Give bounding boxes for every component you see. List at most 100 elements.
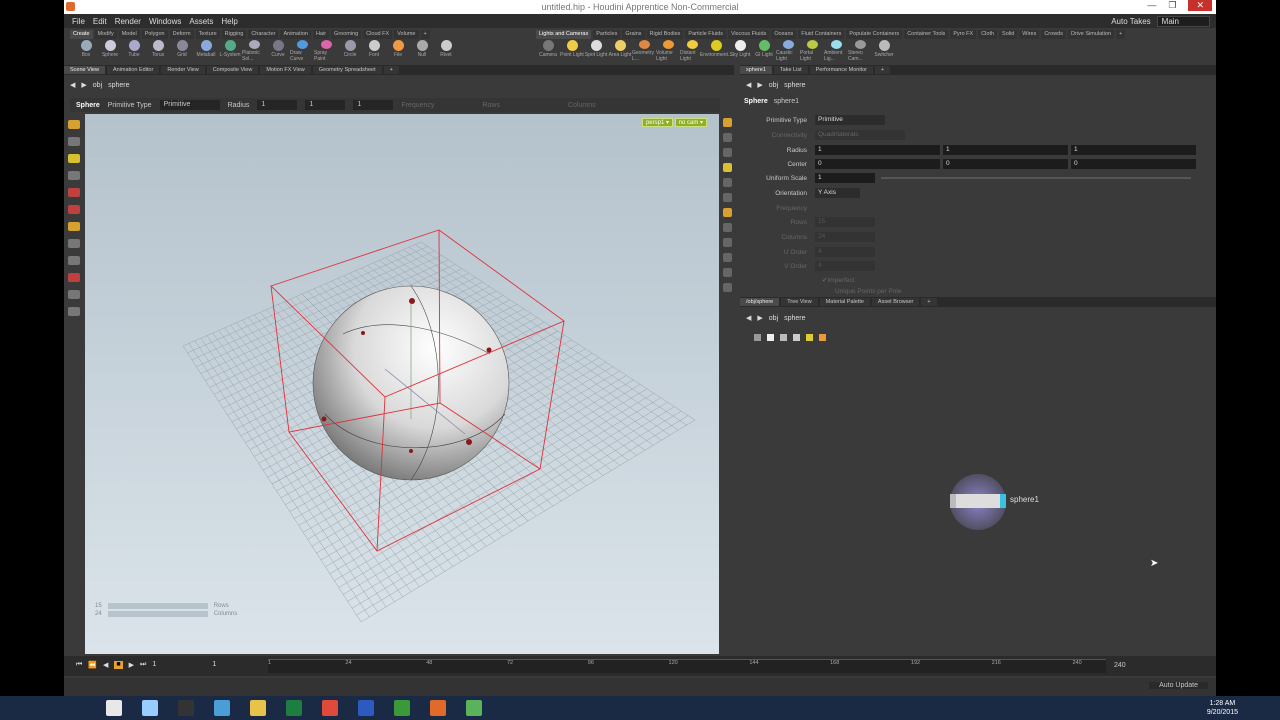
forward-arrow-icon[interactable]: ▶ [757, 314, 762, 322]
shelf-tool[interactable]: Spot Light [584, 40, 608, 62]
current-frame-field[interactable]: 1 [152, 661, 182, 669]
vnc-icon[interactable] [172, 697, 200, 719]
shelf-tab[interactable]: Create [70, 30, 93, 39]
shelf-tab[interactable]: Deform [169, 30, 194, 39]
tab-scene-view[interactable]: Scene View [64, 66, 105, 74]
display-options-icon[interactable] [722, 118, 732, 127]
sphere-node[interactable] [950, 474, 1006, 530]
menu-edit[interactable]: Edit [93, 17, 107, 26]
snap-icon[interactable] [722, 238, 732, 247]
shelf-tab[interactable]: Lights and Cameras [536, 30, 592, 39]
magnet-tool-icon[interactable] [68, 273, 80, 282]
menu-windows[interactable]: Windows [149, 17, 181, 26]
layout-icon[interactable] [793, 334, 800, 341]
shelf-tab[interactable]: Pyro FX [950, 30, 977, 39]
menu-file[interactable]: File [72, 17, 85, 26]
normals-icon[interactable] [722, 208, 732, 217]
shelf-tab[interactable]: Solid [999, 30, 1018, 39]
uniform-scale-slider[interactable] [881, 177, 1191, 179]
radius-y-field[interactable]: 1 [943, 145, 1068, 155]
grid-icon[interactable] [722, 223, 732, 232]
shelf-tool[interactable]: Ambient Lig... [824, 40, 848, 62]
shelf-tool[interactable]: Torus [146, 40, 170, 62]
node-name-field[interactable]: sphere1 [774, 98, 799, 105]
vector-icon[interactable] [722, 193, 732, 202]
add-tab-button[interactable]: + [874, 66, 891, 74]
snap-tool-icon[interactable] [68, 239, 80, 248]
shelf-tab[interactable]: Rigid Bodies [646, 30, 684, 39]
shelf-tab[interactable]: Crowds [1041, 30, 1066, 39]
template-icon[interactable] [722, 253, 732, 262]
radius-z-field[interactable]: 1 [1071, 145, 1196, 155]
shelf-tool[interactable]: Distant Light [680, 40, 704, 62]
tab-tree-view[interactable]: Tree View [781, 298, 818, 306]
shelf-tool[interactable]: Area Light [608, 40, 632, 62]
brush-tool-icon[interactable] [68, 256, 80, 265]
ghost-icon[interactable] [722, 148, 732, 157]
shelf-tab[interactable]: Rigging [221, 30, 247, 39]
play-back-icon[interactable]: ◀ [103, 661, 108, 669]
scene-viewport[interactable]: persp1 ▾ no cam ▾ 15 Rows 24 Columns [85, 114, 719, 654]
excel-icon[interactable] [280, 697, 308, 719]
path-node[interactable]: sphere [108, 82, 129, 89]
list-icon[interactable] [754, 334, 761, 341]
path-root[interactable]: obj [769, 315, 778, 322]
shelf-tool[interactable]: Metaball [194, 40, 218, 62]
shelf-tab[interactable]: Oceans [771, 30, 797, 39]
tab-performance-monitor[interactable]: Performance Monitor [809, 66, 873, 74]
camera-menu-persp[interactable]: persp1 ▾ [641, 118, 673, 127]
shelf-tool[interactable]: Stereo Cam... [848, 40, 872, 62]
note-icon[interactable] [767, 334, 774, 341]
path-node[interactable]: sphere [784, 315, 805, 322]
shelf-tool[interactable]: Tube [122, 40, 146, 62]
color-palette-icon[interactable] [819, 334, 826, 341]
jump-start-icon[interactable]: ⏮ [76, 661, 82, 669]
tab-geometry-spreadsheet[interactable]: Geometry Spreadsheet [312, 66, 382, 74]
hud-columns-slider[interactable] [107, 611, 208, 617]
shelf-tab[interactable]: Particle Fluids [685, 30, 726, 39]
add-shelf-tab-button[interactable]: + [420, 30, 430, 39]
path-root[interactable]: obj [769, 82, 778, 89]
view-tool-icon[interactable] [68, 222, 80, 231]
center-z-field[interactable]: 0 [1071, 159, 1196, 169]
uniform-scale-field[interactable]: 1 [815, 173, 875, 183]
shelf-tab[interactable]: Cloud FX [363, 30, 393, 39]
shelf-tab[interactable]: Populate Containers [846, 30, 903, 39]
shelf-tool[interactable]: Box [74, 40, 98, 62]
camera-tool-icon[interactable] [68, 307, 80, 316]
viewport-canvas[interactable] [85, 114, 719, 654]
shelf-tool[interactable]: Spray Paint [314, 40, 338, 62]
shelf-tool[interactable]: Font [362, 40, 386, 62]
shelf-tab[interactable]: Model [118, 30, 140, 39]
stop-button[interactable]: ■ [114, 661, 123, 669]
tab-render-view[interactable]: Render View [161, 66, 205, 74]
shelf-tool[interactable]: L-System [218, 40, 242, 62]
camtasia-recorder-icon[interactable] [460, 697, 488, 719]
box-icon[interactable] [780, 334, 787, 341]
shelf-tool[interactable]: Volume Light [656, 40, 680, 62]
shelf-tool[interactable]: Switcher [872, 40, 896, 62]
center-x-field[interactable]: 0 [815, 159, 940, 169]
transform-tool-icon[interactable] [68, 137, 80, 146]
scale-tool-icon[interactable] [68, 188, 80, 197]
tab-animation-editor[interactable]: Animation Editor [106, 66, 160, 74]
chrome-icon[interactable] [316, 697, 344, 719]
camtasia-icon[interactable] [388, 697, 416, 719]
shelf-tool[interactable]: Platonic Sol... [242, 40, 266, 62]
menu-help[interactable]: Help [221, 17, 237, 26]
shelf-tool[interactable]: Rivet [434, 40, 458, 62]
shelf-tab[interactable]: Viscous Fluids [727, 30, 770, 39]
shelf-tab[interactable]: Texture [195, 30, 220, 39]
path-root[interactable]: obj [93, 82, 102, 89]
shelf-tool[interactable]: Null [410, 40, 434, 62]
tab-network-path[interactable]: /obj/sphere [740, 298, 780, 306]
shelf-tool[interactable]: Caustic Light [776, 40, 800, 62]
point-icon[interactable] [722, 178, 732, 187]
shelf-tool[interactable]: Portal Light [800, 40, 824, 62]
select-tool-icon[interactable] [68, 120, 80, 129]
radius-z-field[interactable]: 1 [353, 100, 394, 110]
camera-menu-nocam[interactable]: no cam ▾ [674, 118, 707, 127]
sphere-node-body[interactable] [950, 494, 1006, 508]
shelf-tab[interactable]: Drive Simulation [1067, 30, 1115, 39]
add-tab-button[interactable]: + [921, 298, 937, 306]
